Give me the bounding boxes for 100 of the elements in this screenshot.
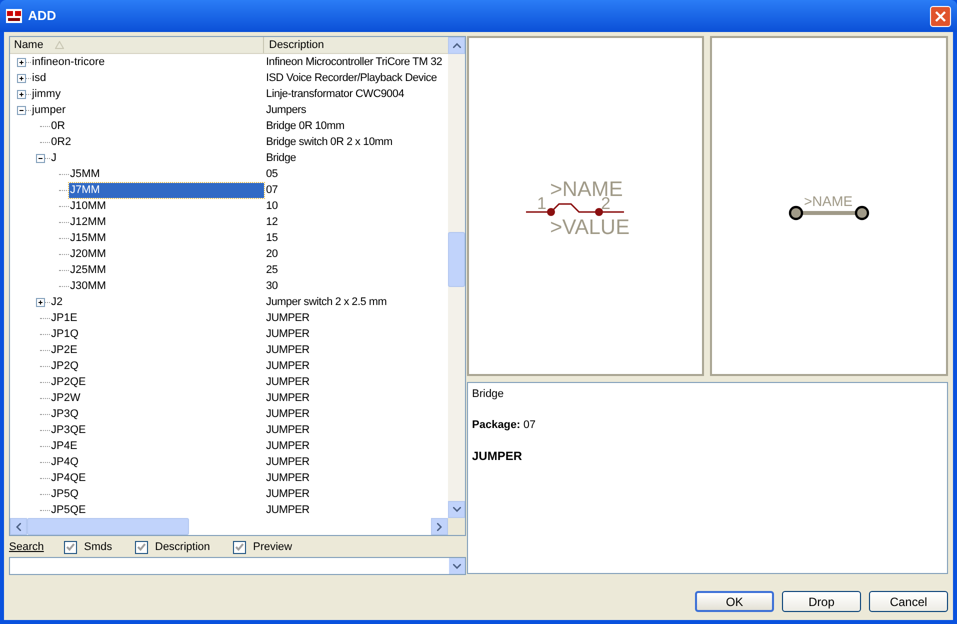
horizontal-scrollbar[interactable] — [10, 518, 448, 535]
caret-down-icon — [452, 507, 460, 512]
tree-item[interactable]: J25MM — [69, 262, 106, 278]
scroll-thumb[interactable] — [27, 518, 189, 535]
description-cell-text: Bridge switch 0R 2 x 10mm — [265, 134, 394, 150]
column-header[interactable]: Name — [10, 37, 264, 53]
description-cell-text: JUMPER — [265, 406, 310, 422]
tree-item[interactable]: JP4Q — [50, 454, 79, 470]
description-cell-text: JUMPER — [265, 358, 310, 374]
expand-icon[interactable] — [36, 298, 45, 306]
details-text: Bridge — [472, 387, 505, 402]
tree-item[interactable]: J2 — [50, 294, 63, 310]
collapse-icon[interactable] — [17, 106, 26, 114]
description-cell-text: 20 — [265, 246, 279, 262]
description-cell-text: JUMPER — [265, 326, 310, 342]
description-cell-text: JUMPER — [265, 438, 310, 454]
tree-item[interactable]: JP2E — [50, 342, 78, 358]
value-label: >VALUE — [550, 216, 630, 236]
description-cell-text: 05 — [265, 166, 279, 182]
description-cell-text: JUMPER — [265, 502, 310, 518]
tree-item[interactable]: JP4QE — [50, 470, 86, 486]
description-cell-text: 07 — [265, 182, 279, 198]
checkbox-label[interactable]: Preview — [253, 538, 292, 556]
tree-item[interactable]: J30MM — [69, 278, 106, 294]
vertical-scrollbar[interactable] — [448, 37, 465, 518]
checkbox-label[interactable]: Description — [155, 538, 210, 556]
description-cell-text: 15 — [265, 230, 279, 246]
description-cell-text: JUMPER — [265, 310, 310, 326]
checkbox[interactable] — [233, 540, 246, 554]
description-cell-text: 10 — [265, 198, 279, 214]
dialog-button[interactable]: Cancel — [869, 591, 948, 612]
scroll-left-button[interactable] — [10, 518, 27, 535]
tree-item[interactable]: JP5QE — [50, 502, 86, 518]
description-cell-text: 25 — [265, 262, 279, 278]
description-cell-text: JUMPER — [265, 374, 310, 390]
tree-item[interactable]: JP3Q — [50, 406, 79, 422]
tree-item[interactable]: JP2QE — [50, 374, 86, 390]
tree-item[interactable]: JP3QE — [50, 422, 86, 438]
search-label: Search — [9, 540, 45, 555]
tree-item[interactable]: jumper — [31, 102, 66, 118]
tree-item[interactable]: jimmy — [31, 86, 61, 102]
caret-right-icon — [437, 522, 442, 530]
tree-item[interactable]: isd — [31, 70, 46, 86]
tree-item[interactable]: J5MM — [69, 166, 100, 182]
description-cell-text: Jumper switch 2 x 2.5 mm — [265, 294, 388, 310]
description-cell-text: JUMPER — [265, 342, 310, 358]
description-cell-text: JUMPER — [265, 470, 310, 486]
tree-item[interactable]: JP4E — [50, 438, 78, 454]
scroll-thumb[interactable] — [448, 232, 465, 287]
tree-item[interactable]: JP1Q — [50, 326, 79, 342]
description-cell-text: Linje-transformator CWC9004 — [265, 86, 406, 102]
expand-icon[interactable] — [17, 90, 26, 98]
dialog-button[interactable]: OK — [695, 591, 774, 612]
description-cell-text: JUMPER — [265, 454, 310, 470]
tree-item[interactable]: JP2W — [50, 390, 80, 406]
tree-item[interactable]: 0R2 — [50, 134, 72, 150]
checkbox-label[interactable]: Smds — [84, 538, 112, 556]
scrollbar-corner — [448, 518, 465, 535]
expand-icon[interactable] — [17, 58, 26, 66]
close-icon — [935, 10, 946, 22]
app-icon — [6, 9, 22, 23]
description-cell-text: JUMPER — [265, 390, 310, 406]
checkbox[interactable] — [135, 540, 148, 554]
caret-up-icon — [452, 43, 460, 48]
tree-item[interactable]: JP2Q — [50, 358, 79, 374]
dialog-button[interactable]: Drop — [782, 591, 861, 612]
description-cell-text: Bridge 0R 10mm — [265, 118, 346, 134]
checkbox[interactable] — [64, 540, 77, 554]
tree-item[interactable]: J7MM — [69, 182, 264, 198]
tree-item[interactable]: infineon-tricore — [31, 54, 105, 70]
description-cell-text: ISD Voice Recorder/Playback Device — [265, 70, 438, 86]
description-cell-text: JUMPER — [265, 422, 310, 438]
close-button[interactable] — [930, 6, 951, 26]
description-cell-text: 12 — [265, 214, 279, 230]
window-title: ADD — [28, 7, 58, 26]
dropdown-icon — [453, 564, 461, 568]
name-label: >NAME — [804, 193, 853, 209]
scroll-down-button[interactable] — [448, 501, 465, 518]
description-cell-text: Jumpers — [265, 102, 308, 118]
details-text: Package: 07 — [472, 418, 537, 432]
description-cell-text: Bridge — [265, 150, 297, 166]
tree-item[interactable]: 0R — [50, 118, 66, 134]
pin-number: 1 — [536, 194, 546, 213]
tree-item[interactable]: J10MM — [69, 198, 106, 214]
search-field[interactable] — [9, 557, 466, 575]
tree-item[interactable]: JP5Q — [50, 486, 79, 502]
description-cell-text: Infineon Microcontroller TriCore TM 32 — [265, 54, 444, 70]
scroll-right-button[interactable] — [431, 518, 448, 535]
caret-left-icon — [16, 522, 21, 530]
scroll-up-button[interactable] — [448, 37, 465, 54]
tree-item[interactable]: J — [50, 150, 56, 166]
expand-icon[interactable] — [17, 74, 26, 82]
collapse-icon[interactable] — [36, 154, 45, 162]
description-cell-text: 30 — [265, 278, 279, 294]
column-header[interactable]: Description — [264, 37, 448, 53]
tree-item[interactable]: J15MM — [69, 230, 106, 246]
details-heading: JUMPER — [472, 448, 524, 465]
tree-item[interactable]: JP1E — [50, 310, 78, 326]
tree-item[interactable]: J12MM — [69, 214, 106, 230]
tree-item[interactable]: J20MM — [69, 246, 106, 262]
